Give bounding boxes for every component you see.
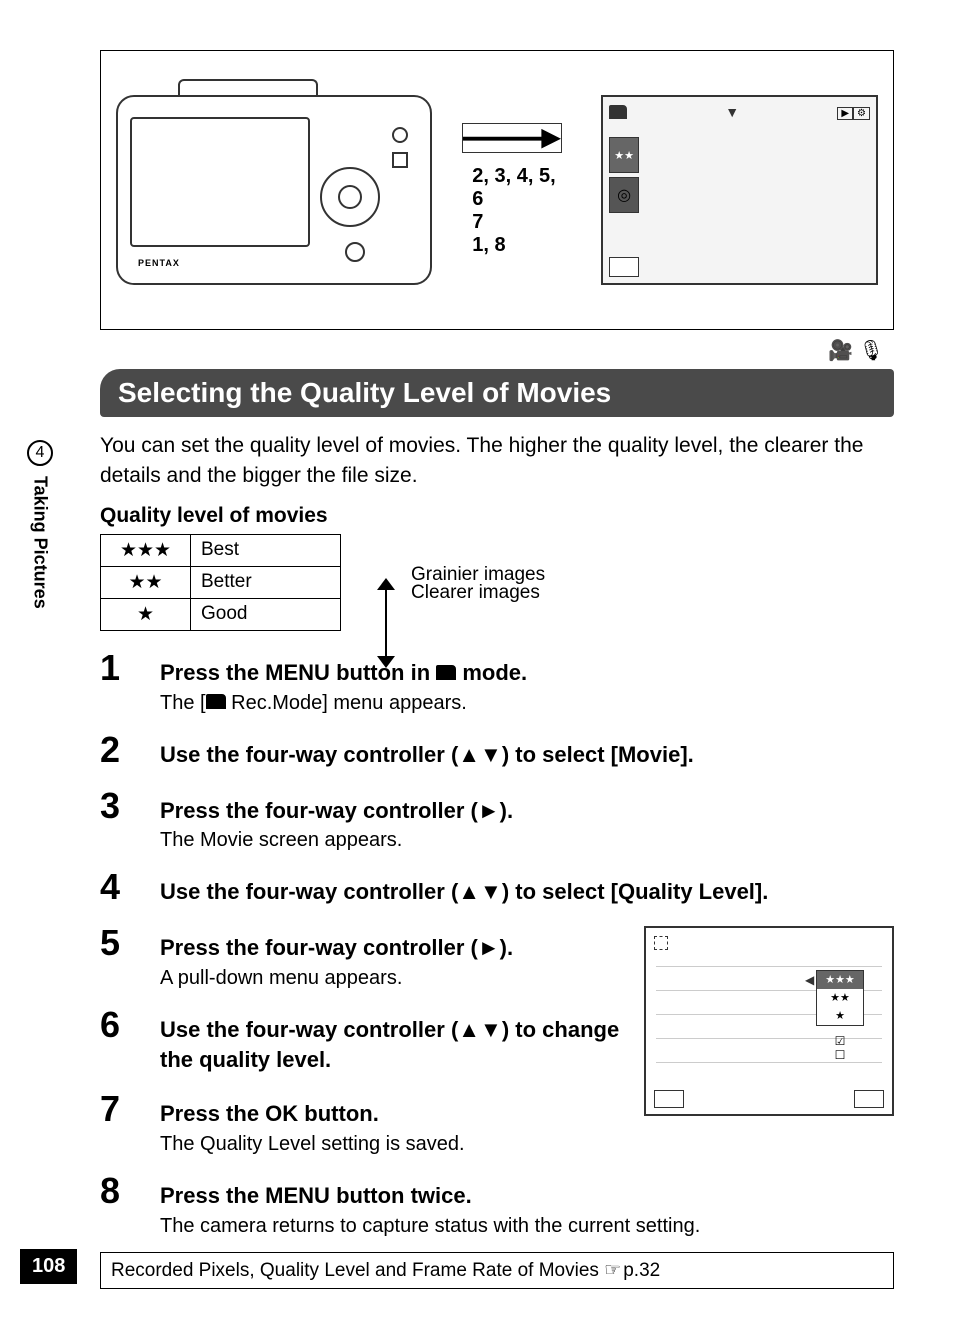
step-desc: The [ Rec.Mode] menu appears. xyxy=(160,692,894,715)
quality-name-0: Best xyxy=(191,534,341,566)
quality-symbol-2: ★ xyxy=(101,598,191,630)
reference-page: p.32 xyxy=(623,1260,660,1281)
menu-ui-label: MENU xyxy=(265,1183,330,1208)
lcd-footer-left xyxy=(654,1090,684,1108)
step-num: 5 xyxy=(100,922,140,964)
quality-name-1: Better xyxy=(191,566,341,598)
step-8: 8 Press the MENU button twice. The camer… xyxy=(100,1170,894,1238)
camera-icon xyxy=(206,694,226,709)
arrow-up-down-icon: ▲▼ xyxy=(458,879,502,904)
lcd-footer-right xyxy=(854,1090,884,1108)
camera-icon xyxy=(609,105,627,119)
quality-level-table: ★★★ Best Clearer images Grainier images … xyxy=(100,534,894,631)
step-desc: The Movie screen appears. xyxy=(160,829,894,852)
quality-name-2: Good xyxy=(191,598,341,630)
step-title: Use the four-way controller (▲▼) to chan… xyxy=(160,1015,630,1074)
range-double-arrow-icon xyxy=(371,578,401,668)
dropdown-option-2: ★ xyxy=(817,1007,863,1025)
step-desc: A pull-down menu appears. xyxy=(160,967,630,990)
menu-ui-label: MENU xyxy=(265,660,330,685)
step-title: Press the four-way controller (►). xyxy=(160,796,894,826)
dropdown-chevron-left-icon: ◀ xyxy=(805,973,814,987)
quality-range-cell: Clearer images Grainier images xyxy=(341,534,895,630)
step-1: 1 Press the MENU button in mode. The [ R… xyxy=(100,647,894,715)
voice-mode-icon: 🎙 xyxy=(859,340,884,362)
dropdown-option-1: ★★ xyxy=(817,989,863,1007)
step-title: Press the MENU button in mode. xyxy=(160,658,894,688)
ok-ui-label: OK xyxy=(265,1101,298,1126)
callout-labels: 2, 3, 4, 5, 6 7 1, 8 xyxy=(462,123,571,257)
checkbox-off-icon: ☐ xyxy=(826,1048,854,1062)
reference-text: Recorded Pixels, Quality Level and Frame… xyxy=(111,1260,604,1281)
step-title: Press the OK button. xyxy=(160,1099,630,1129)
camera-brand: PENTAX xyxy=(138,258,180,268)
step-num: 6 xyxy=(100,1004,140,1046)
camera-icon xyxy=(436,665,456,680)
lcd-menu-illustration: ▼ ▶⚙ ★★ ◎ xyxy=(601,95,878,285)
camera-back-illustration: PENTAX xyxy=(116,95,432,285)
step-num: 3 xyxy=(100,785,140,827)
dropdown-option-0: ★★★ xyxy=(817,971,863,989)
step-num: 1 xyxy=(100,647,140,689)
arrow-right-icon: ► xyxy=(478,798,500,823)
step-title: Use the four-way controller (▲▼) to sele… xyxy=(160,740,894,770)
arrow-right-icon: ► xyxy=(478,935,500,960)
callout-2: 7 xyxy=(472,211,571,234)
quality-sub-heading: Quality level of movies xyxy=(100,504,894,528)
step-desc: The Quality Level setting is saved. xyxy=(160,1133,630,1156)
arrow-up-down-icon: ▲▼ xyxy=(458,742,502,767)
quality-symbol-1: ★★ xyxy=(101,566,191,598)
lcd-tab-2: ◎ xyxy=(609,177,639,213)
movie-mode-icon: 🎥 xyxy=(828,340,853,362)
step-title: Press the four-way controller (►). xyxy=(160,933,630,963)
section-title: Selecting the Quality Level of Movies xyxy=(100,369,894,417)
step-title: Press the MENU button twice. xyxy=(160,1181,894,1211)
mode-icons: 🎥 🎙 xyxy=(100,338,894,363)
callout-3: 1, 8 xyxy=(472,234,571,257)
lcd-dropdown-illustration: ◀ ★★★ ★★ ★ ☑ ☐ xyxy=(644,926,894,1116)
pointing-hand-icon xyxy=(604,1260,623,1281)
lcd-footer-button xyxy=(609,257,639,277)
step-num: 8 xyxy=(100,1170,140,1212)
procedure-steps: 1 Press the MENU button in mode. The [ R… xyxy=(100,647,894,1238)
step-num: 2 xyxy=(100,729,140,771)
checkbox-on-icon: ☑ xyxy=(826,1034,854,1048)
arrow-down-icon: ▼ xyxy=(725,104,739,120)
nav-right-badge: ▶ xyxy=(837,107,853,120)
chapter-label: Taking Pictures xyxy=(30,476,51,609)
callout-1: 2, 3, 4, 5, 6 xyxy=(472,165,571,211)
arrow-up-down-icon: ▲▼ xyxy=(458,1017,502,1042)
quality-dropdown: ◀ ★★★ ★★ ★ xyxy=(816,970,864,1026)
tools-badge: ⚙ xyxy=(853,107,870,120)
range-bottom-label: Grainier images xyxy=(411,564,545,586)
diagram-illustration: PENTAX 2, 3, 4, 5, 6 7 1, 8 ▼ ▶⚙ ★★ ◎ xyxy=(100,50,894,330)
step-num: 4 xyxy=(100,866,140,908)
cross-reference-box: Recorded Pixels, Quality Level and Frame… xyxy=(100,1252,894,1289)
side-tab: 4 Taking Pictures xyxy=(20,440,60,609)
step-title: Use the four-way controller (▲▼) to sele… xyxy=(160,877,894,907)
chapter-number: 4 xyxy=(27,440,53,466)
quality-symbol-0: ★★★ xyxy=(101,534,191,566)
focus-bracket-icon xyxy=(654,936,668,950)
step-3: 3 Press the four-way controller (►). The… xyxy=(100,785,894,853)
step-num: 7 xyxy=(100,1088,140,1130)
intro-paragraph: You can set the quality level of movies.… xyxy=(100,431,894,492)
step-desc: The camera returns to capture status wit… xyxy=(160,1215,894,1238)
step-2: 2 Use the four-way controller (▲▼) to se… xyxy=(100,729,894,771)
step-4: 4 Use the four-way controller (▲▼) to se… xyxy=(100,866,894,908)
page-number: 108 xyxy=(20,1249,77,1284)
flow-arrow-icon xyxy=(462,123,562,153)
lcd-tab-1: ★★ xyxy=(609,137,639,173)
